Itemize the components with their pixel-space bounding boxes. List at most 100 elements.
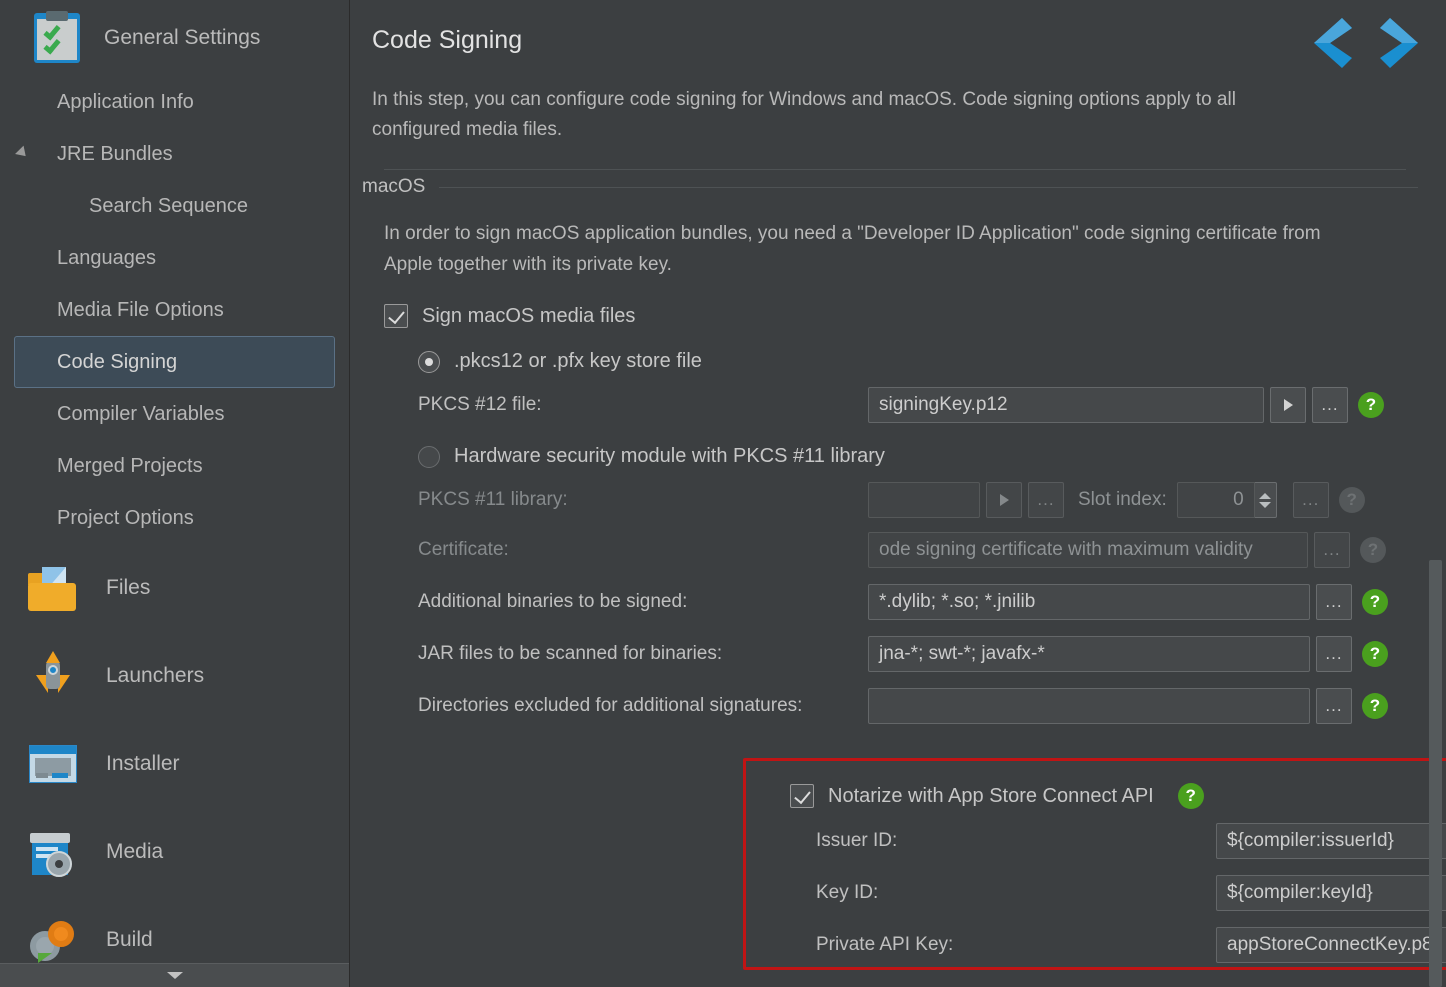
private-api-key-input[interactable]: appStoreConnectKey.p8	[1216, 927, 1446, 963]
sidebar-item-merged-projects-row: Merged Projects	[0, 440, 349, 492]
sidebar-scroll-down-button[interactable]	[0, 963, 349, 987]
macos-group-legend: macOS	[362, 176, 1418, 198]
page-title: Code Signing	[372, 26, 523, 54]
macos-legend-label: macOS	[362, 176, 426, 197]
excluded-dirs-row: Directories excluded for additional sign…	[362, 688, 1418, 724]
radio-pkcs12-label: .pkcs12 or .pfx key store file	[454, 350, 702, 372]
sidebar-item-project-options[interactable]: Project Options	[14, 492, 335, 544]
slot-index-input[interactable]: 0	[1176, 482, 1255, 518]
folder-icon	[26, 561, 80, 615]
radio-hsm-label: Hardware security module with PKCS #11 l…	[454, 445, 885, 467]
sidebar-item-label: Languages	[57, 246, 156, 269]
sidebar-item-merged-projects[interactable]: Merged Projects	[14, 440, 335, 492]
sidebar-item-media-file-options[interactable]: Media File Options	[14, 284, 335, 336]
key-id-label: Key ID:	[816, 882, 879, 903]
certificate-browse-button[interactable]: ...	[1314, 532, 1350, 568]
pkcs12-file-label: PKCS #12 file:	[418, 394, 542, 415]
radio-pkcs12-row[interactable]: .pkcs12 or .pfx key store file	[362, 328, 1418, 373]
notarize-checkbox[interactable]	[790, 784, 814, 808]
pkcs12-file-row: PKCS #12 file: signingKey.p12 ... ?	[362, 387, 1418, 423]
jar-files-input[interactable]: jna-*; swt-*; javafx-*	[868, 636, 1310, 672]
chevron-left-icon[interactable]	[1308, 14, 1354, 72]
slot-index-stepper[interactable]	[1254, 482, 1277, 518]
pkcs12-file-help-icon[interactable]: ?	[1358, 392, 1384, 418]
pkcs11-library-dropdown-button[interactable]	[986, 482, 1022, 518]
pkcs11-library-browse-button[interactable]: ...	[1028, 482, 1064, 518]
notarize-checkbox-row[interactable]: Notarize with App Store Connect API ?	[746, 773, 1446, 809]
sidebar-section-files[interactable]: Files	[0, 544, 349, 632]
sidebar-item-code-signing[interactable]: Code Signing	[14, 336, 335, 388]
sidebar-item-label: Compiler Variables	[57, 402, 225, 425]
stepper-up-icon[interactable]	[1259, 492, 1272, 499]
private-api-key-label: Private API Key:	[816, 934, 954, 955]
ellipsis-icon: ...	[1325, 696, 1343, 715]
sidebar-item-jre-bundles[interactable]: JRE Bundles	[14, 128, 335, 180]
pkcs12-file-input[interactable]: signingKey.p12	[868, 387, 1264, 423]
pkcs11-library-help-icon[interactable]: ?	[1338, 487, 1365, 513]
stepper-down-icon[interactable]	[1259, 501, 1272, 508]
pkcs11-library-input[interactable]	[868, 482, 980, 518]
issuer-id-input[interactable]: ${compiler:issuerId}	[1216, 823, 1446, 859]
private-api-key-row: Private API Key: appStoreConnectKey.p8 .…	[746, 927, 1446, 963]
issuer-id-row: Issuer ID: ${compiler:issuerId}	[746, 823, 1446, 859]
sidebar-item-label: Code Signing	[57, 350, 178, 373]
sidebar-header-general-settings[interactable]: General Settings	[0, 0, 349, 76]
sidebar-section-installer[interactable]: Installer	[0, 720, 349, 808]
excluded-dirs-input[interactable]	[868, 688, 1310, 724]
additional-binaries-input[interactable]: *.dylib; *.so; *.jnilib	[868, 584, 1310, 620]
radio-hsm-row[interactable]: Hardware security module with PKCS #11 l…	[362, 423, 1418, 468]
sidebar-item-project-options-row: Project Options	[0, 492, 349, 544]
legend-rule	[439, 186, 1418, 188]
excluded-dirs-browse-button[interactable]: ...	[1316, 688, 1352, 724]
installer-window-icon	[26, 737, 80, 791]
excluded-dirs-help-icon[interactable]: ?	[1362, 693, 1388, 719]
play-triangle-icon	[1283, 399, 1293, 411]
sign-macos-media-files-label: Sign macOS media files	[422, 304, 636, 327]
certificate-input[interactable]: ode signing certificate with maximum val…	[868, 532, 1308, 568]
chevron-right-icon[interactable]	[1378, 14, 1424, 72]
sidebar-section-label: Build	[106, 928, 153, 951]
clipboard-check-icon	[30, 11, 84, 65]
sidebar-item-compiler-variables[interactable]: Compiler Variables	[14, 388, 335, 440]
page-description: In this step, you can configure code sig…	[372, 89, 1236, 140]
sidebar-item-application-info[interactable]: Application Info	[14, 76, 335, 128]
additional-binaries-help-icon[interactable]: ?	[1362, 589, 1388, 615]
key-id-input[interactable]: ${compiler:keyId}	[1216, 875, 1446, 911]
pkcs12-file-browse-button[interactable]: ...	[1312, 387, 1348, 423]
sidebar-item-search-sequence[interactable]: Search Sequence	[14, 180, 335, 232]
sidebar-section-launchers[interactable]: Launchers	[0, 632, 349, 720]
notarize-help-icon[interactable]: ?	[1177, 783, 1204, 809]
slot-index-label: Slot index:	[1078, 489, 1167, 510]
chevron-down-icon	[167, 972, 183, 979]
sidebar-item-application-info-row: Application Info	[0, 76, 349, 128]
radio-pkcs12[interactable]	[418, 350, 440, 373]
ellipsis-icon: ...	[1302, 490, 1320, 509]
main-vertical-scrollbar[interactable]	[1429, 560, 1442, 987]
wizard-navigation	[1308, 14, 1424, 72]
sidebar-item-label: Merged Projects	[57, 454, 203, 477]
radio-hsm[interactable]	[418, 445, 440, 468]
sign-macos-media-files-row[interactable]: Sign macOS media files	[362, 280, 1418, 328]
sidebar-section-media[interactable]: Media	[0, 808, 349, 896]
ellipsis-icon: ...	[1323, 540, 1341, 559]
jar-files-browse-button[interactable]: ...	[1316, 636, 1352, 672]
sidebar-item-label: Search Sequence	[89, 194, 249, 217]
application-window: General Settings Application Info JRE Bu…	[0, 0, 1446, 987]
jar-files-help-icon[interactable]: ?	[1362, 641, 1388, 667]
excluded-dirs-label: Directories excluded for additional sign…	[418, 695, 803, 716]
sidebar-item-label: Project Options	[57, 506, 194, 529]
certificate-row: Certificate: ode signing certificate wit…	[362, 532, 1418, 568]
additional-binaries-browse-button[interactable]: ...	[1316, 584, 1352, 620]
slot-index-browse-button[interactable]: ...	[1292, 482, 1329, 518]
sidebar-item-label: Application Info	[57, 90, 194, 113]
sidebar-item-compiler-variables-row: Compiler Variables	[0, 388, 349, 440]
ellipsis-icon: ...	[1325, 592, 1343, 611]
sign-macos-media-files-checkbox[interactable]	[384, 304, 408, 328]
pkcs12-file-dropdown-button[interactable]	[1270, 387, 1306, 423]
ellipsis-icon: ...	[1037, 490, 1055, 509]
sidebar-section-label: Media	[106, 840, 164, 863]
sidebar-item-languages[interactable]: Languages	[14, 232, 335, 284]
certificate-help-icon[interactable]: ?	[1360, 537, 1386, 563]
certificate-label: Certificate:	[418, 539, 509, 560]
sidebar-header-label: General Settings	[104, 26, 261, 49]
